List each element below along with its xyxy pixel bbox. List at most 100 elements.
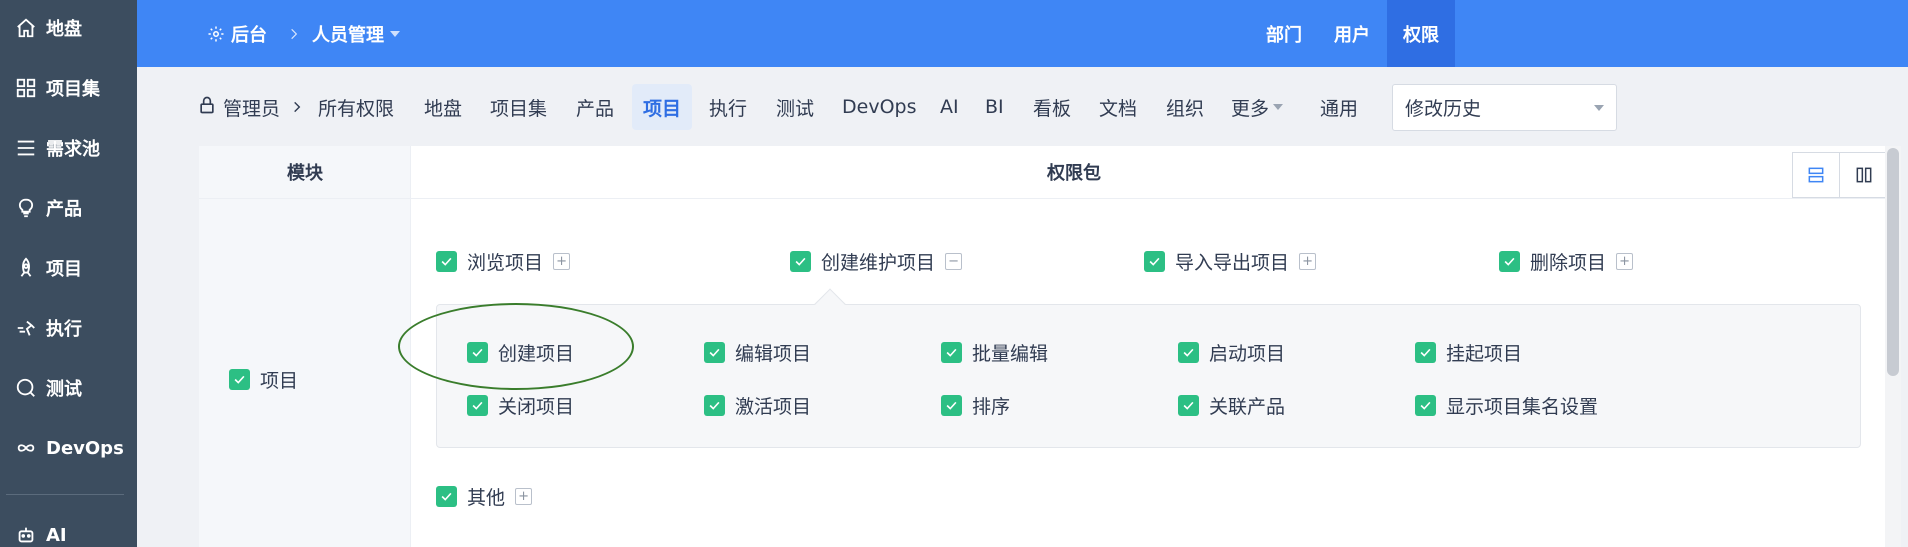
package-checkbox[interactable]: 删除项目 + bbox=[1499, 248, 1634, 275]
package-checkbox-other[interactable]: 其他 + bbox=[436, 483, 533, 510]
permission-checkbox[interactable]: 编辑项目 bbox=[704, 339, 811, 366]
permission-checkbox[interactable]: 排序 bbox=[941, 392, 1010, 419]
vertical-scrollbar[interactable] bbox=[1885, 146, 1901, 547]
check-icon bbox=[704, 342, 725, 363]
people-management-menu[interactable]: 人员管理 bbox=[312, 0, 400, 67]
history-select-value: 修改历史 bbox=[1405, 98, 1482, 120]
package-checkbox[interactable]: 导入导出项目 + bbox=[1144, 248, 1317, 275]
package-checkbox[interactable]: 浏览项目 + bbox=[436, 248, 571, 275]
sidebar-item-project[interactable]: 项目 bbox=[0, 248, 137, 288]
infinity-icon bbox=[14, 436, 38, 460]
header-divider bbox=[199, 198, 1886, 199]
sidebar-item-label: DevOps bbox=[46, 437, 124, 459]
check-icon bbox=[229, 369, 250, 390]
subnav-dashboard[interactable]: 地盘 bbox=[424, 84, 462, 130]
subnav-kanban[interactable]: 看板 bbox=[1033, 84, 1071, 130]
module-column-header: 模块 bbox=[287, 163, 323, 184]
sidebar-item-product[interactable]: 产品 bbox=[0, 188, 137, 228]
checkbox-label: 编辑项目 bbox=[735, 343, 812, 365]
package-column-header: 权限包 bbox=[1047, 163, 1101, 184]
history-select[interactable]: 修改历史 bbox=[1392, 84, 1617, 131]
module-column bbox=[199, 146, 411, 547]
breadcrumb-separator bbox=[287, 0, 301, 67]
checkbox-label: 激活项目 bbox=[735, 396, 812, 418]
expand-icon[interactable]: + bbox=[1616, 253, 1634, 270]
more-label: 更多 bbox=[1231, 97, 1270, 120]
bulb-icon bbox=[14, 196, 38, 220]
view-toggle bbox=[1792, 152, 1888, 198]
subnav-project[interactable]: 项目 bbox=[632, 84, 692, 130]
check-icon bbox=[941, 342, 962, 363]
permission-checkbox[interactable]: 挂起项目 bbox=[1415, 339, 1522, 366]
expand-icon[interactable]: + bbox=[553, 253, 571, 270]
permission-checkbox[interactable]: 激活项目 bbox=[704, 392, 811, 419]
permission-checkbox[interactable]: 批量编辑 bbox=[941, 339, 1048, 366]
subnav-product[interactable]: 产品 bbox=[576, 84, 614, 130]
nav-permission[interactable]: 权限 bbox=[1387, 0, 1455, 67]
sidebar-item-label: 测试 bbox=[46, 379, 82, 400]
column-view-button[interactable] bbox=[1840, 152, 1888, 198]
run-icon bbox=[14, 316, 38, 340]
subnav-more[interactable]: 更多 bbox=[1231, 84, 1284, 130]
sidebar-item-label: 地盘 bbox=[46, 19, 82, 40]
check-icon bbox=[1499, 251, 1520, 272]
subnav-ai[interactable]: AI bbox=[940, 84, 959, 130]
chevron-right-icon bbox=[290, 84, 304, 130]
permission-checkbox[interactable]: 关联产品 bbox=[1178, 392, 1285, 419]
subnav-doc[interactable]: 文档 bbox=[1099, 84, 1137, 130]
back-to-admin[interactable]: 后台 bbox=[207, 0, 267, 67]
subnav-bi[interactable]: BI bbox=[985, 84, 1004, 130]
sidebar-item-devops[interactable]: DevOps bbox=[0, 428, 137, 468]
sidebar-item-dashboard[interactable]: 地盘 bbox=[0, 8, 137, 48]
subnav-devops[interactable]: DevOps bbox=[842, 84, 916, 130]
sidebar-item-program[interactable]: 项目集 bbox=[0, 68, 137, 108]
check-icon bbox=[1144, 251, 1165, 272]
checkbox-label: 关闭项目 bbox=[498, 396, 575, 418]
sidebar-item-label: 需求池 bbox=[46, 139, 100, 160]
top-header: 后台 人员管理 部门 用户 权限 bbox=[137, 0, 1908, 67]
nav-user[interactable]: 用户 bbox=[1324, 0, 1380, 67]
subnav-program[interactable]: 项目集 bbox=[490, 84, 547, 130]
row-view-button[interactable] bbox=[1792, 152, 1840, 198]
check-icon bbox=[436, 486, 457, 507]
sidebar-item-execution[interactable]: 执行 bbox=[0, 308, 137, 348]
nav-department[interactable]: 部门 bbox=[1256, 0, 1312, 67]
sidebar-item-test[interactable]: 测试 bbox=[0, 368, 137, 408]
permission-checkbox[interactable]: 启动项目 bbox=[1178, 339, 1285, 366]
sidebar-item-ai[interactable]: AI bbox=[0, 515, 137, 547]
expand-icon[interactable]: + bbox=[1299, 253, 1317, 270]
collapse-icon[interactable]: − bbox=[945, 253, 963, 270]
chevron-right-icon bbox=[291, 28, 298, 39]
sidebar-item-demand-pool[interactable]: 需求池 bbox=[0, 128, 137, 168]
expand-icon[interactable]: + bbox=[515, 488, 533, 505]
home-icon bbox=[14, 16, 38, 40]
subnav-general[interactable]: 通用 bbox=[1320, 84, 1358, 130]
search-circle-icon bbox=[14, 376, 38, 400]
list-icon bbox=[14, 136, 38, 160]
checkbox-label: 显示项目集名设置 bbox=[1446, 396, 1599, 418]
checkbox-label: 批量编辑 bbox=[972, 343, 1049, 365]
scrollbar-thumb[interactable] bbox=[1887, 148, 1899, 376]
check-icon bbox=[704, 395, 725, 416]
check-icon bbox=[1415, 342, 1436, 363]
sidebar-item-label: 项目 bbox=[46, 259, 82, 280]
subnav-test[interactable]: 测试 bbox=[776, 84, 814, 130]
package-checkbox[interactable]: 创建维护项目 − bbox=[790, 248, 963, 275]
module-checkbox-project[interactable]: 项目 bbox=[229, 366, 298, 393]
subnav-all-permissions[interactable]: 所有权限 bbox=[318, 84, 394, 130]
checkbox-label: 删除项目 bbox=[1530, 252, 1607, 274]
role-label: 管理员 bbox=[223, 97, 281, 120]
permission-checkbox[interactable]: 显示项目集名设置 bbox=[1415, 392, 1598, 419]
permission-checkbox[interactable]: 关闭项目 bbox=[467, 392, 574, 419]
subnav-execution[interactable]: 执行 bbox=[709, 84, 747, 130]
sidebar-item-label: 项目集 bbox=[46, 79, 100, 100]
rocket-icon bbox=[14, 256, 38, 280]
chevron-down-icon bbox=[1273, 104, 1284, 110]
sidebar-item-label: 产品 bbox=[46, 199, 82, 220]
check-icon bbox=[1178, 395, 1199, 416]
grid-icon bbox=[14, 76, 38, 100]
role-admin[interactable]: 管理员 bbox=[197, 84, 280, 130]
check-icon bbox=[467, 395, 488, 416]
sidebar-divider bbox=[6, 494, 124, 495]
subnav-org[interactable]: 组织 bbox=[1166, 84, 1204, 130]
